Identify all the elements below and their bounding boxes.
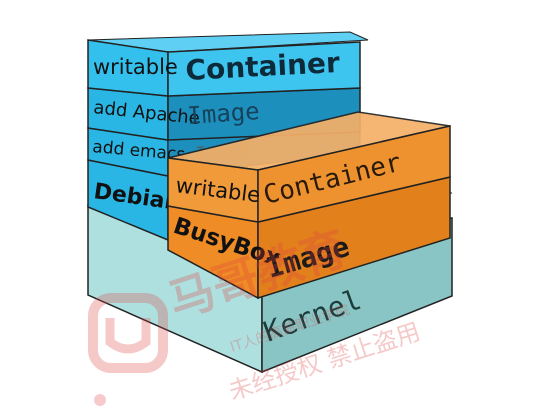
docker-layers-diagram: Kernel Debian add emacs Image add Apache…: [0, 0, 539, 408]
left-container-label: writable: [93, 55, 178, 79]
left-layer-container: writable Container: [87, 31, 369, 97]
watermark-dot: [94, 394, 106, 406]
left-apache-title: Image: [186, 97, 260, 130]
